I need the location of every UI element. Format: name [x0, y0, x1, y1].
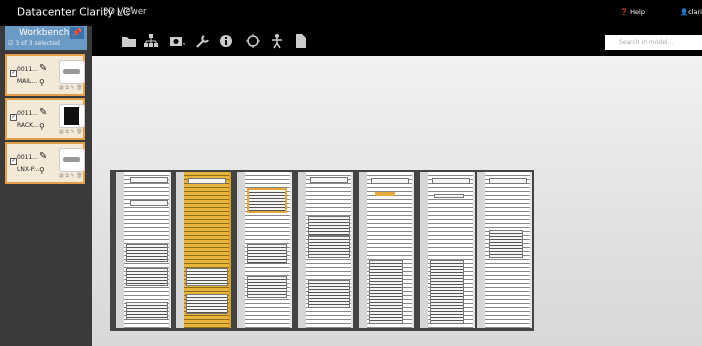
- rack-device[interactable]: [186, 294, 228, 314]
- camera-icon[interactable]: [168, 32, 186, 50]
- search-input[interactable]: [605, 35, 702, 50]
- rack-rail: [477, 172, 485, 328]
- server-thumb: [59, 60, 85, 84]
- tree-icon[interactable]: ⚲: [39, 122, 45, 131]
- help-button[interactable]: ❓ Help: [620, 8, 645, 16]
- rack-device[interactable]: [371, 178, 409, 184]
- rack-device[interactable]: [126, 268, 168, 286]
- server-thumb: [59, 148, 85, 172]
- card-name: RACK...: [17, 122, 39, 129]
- card-checkbox[interactable]: ✓: [10, 158, 17, 165]
- rack[interactable]: [116, 172, 171, 328]
- card-checkbox[interactable]: ✓: [10, 70, 17, 77]
- rack-device[interactable]: [308, 216, 350, 236]
- rack-device[interactable]: [186, 268, 228, 286]
- rack[interactable]: [298, 172, 353, 328]
- help-icon: ❓: [620, 8, 629, 16]
- card-id: 0011...: [17, 66, 38, 73]
- select-all-checkbox[interactable]: ☑: [8, 40, 13, 47]
- document-icon[interactable]: [292, 32, 310, 50]
- rack[interactable]: [359, 172, 414, 328]
- tree-icon[interactable]: ⚲: [39, 166, 45, 175]
- rack-rail: [237, 172, 245, 328]
- hierarchy-icon[interactable]: [142, 32, 160, 50]
- edit-icon[interactable]: ✎: [39, 151, 47, 162]
- user-menu[interactable]: 👤clarity: [680, 8, 702, 16]
- rack-device-highlighted[interactable]: [247, 188, 287, 213]
- person-icon[interactable]: [268, 32, 286, 50]
- rack-device-highlighted[interactable]: [375, 192, 395, 196]
- rack-device[interactable]: [247, 276, 287, 298]
- selection-text: 3 of 3 selected: [15, 40, 60, 47]
- workbench-card[interactable]: ✓ 0011... RACK... ✎ ⚲ ▦ ⧉ ✎ 🗑: [5, 98, 85, 140]
- rack-device[interactable]: [126, 302, 168, 320]
- workbench-card[interactable]: ✓ 0011... LNX-P... ✎ ⚲ ▦ ⧉ ✎ 🗑: [5, 142, 85, 184]
- card-actions: ▦ ⧉ ✎ 🗑: [59, 173, 83, 179]
- rack-device[interactable]: [126, 244, 168, 262]
- rack-device[interactable]: [369, 260, 403, 324]
- rack-rail: [420, 172, 428, 328]
- rack-device[interactable]: [489, 230, 523, 258]
- help-label: Help: [630, 8, 645, 16]
- rack-device[interactable]: [308, 280, 350, 308]
- pin-icon[interactable]: 📌: [70, 27, 84, 39]
- wrench-icon[interactable]: [194, 32, 212, 50]
- info-icon[interactable]: [218, 32, 236, 50]
- rack[interactable]: [237, 172, 292, 328]
- rack-device[interactable]: [247, 244, 287, 264]
- rack-device[interactable]: [432, 178, 470, 184]
- rack-row[interactable]: [110, 170, 534, 331]
- user-icon: 👤: [680, 8, 689, 16]
- edit-icon[interactable]: ✎: [39, 63, 47, 74]
- rack-rail: [298, 172, 306, 328]
- workbench-header: Workbench 📌 ☑ 3 of 3 selected: [5, 26, 87, 50]
- rack-rail: [116, 172, 124, 328]
- rack-device[interactable]: [130, 200, 168, 206]
- card-name: MAIL...: [17, 78, 38, 85]
- user-label: clarity: [688, 8, 702, 16]
- selection-count: ☑ 3 of 3 selected: [8, 40, 60, 47]
- rack-device[interactable]: [308, 236, 350, 258]
- edit-icon[interactable]: ✎: [39, 107, 47, 118]
- workbench-card[interactable]: ✓ 0011... MAIL... ✎ ⚲ ▦ ⧉ ✎ 🗑: [5, 54, 85, 96]
- workbench-title: Workbench: [19, 28, 70, 38]
- card-actions: ▦ ⧉ ✎ 🗑: [59, 85, 83, 91]
- rack-device[interactable]: [188, 178, 226, 184]
- rack-rail: [176, 172, 184, 328]
- workbench-sidebar: Workbench 📌 ☑ 3 of 3 selected ✓ 0011... …: [0, 26, 92, 346]
- card-id: 0011...: [17, 154, 38, 161]
- rack[interactable]: [477, 172, 532, 328]
- target-icon[interactable]: [244, 32, 262, 50]
- rack-device[interactable]: [434, 194, 464, 198]
- rack-selected[interactable]: [176, 172, 231, 328]
- viewer-title: 3D Viewer: [103, 7, 147, 17]
- rack-device[interactable]: [430, 260, 464, 324]
- card-id: 0011...: [17, 110, 38, 117]
- rack-thumb: [59, 104, 85, 128]
- rack-device[interactable]: [130, 177, 168, 183]
- rack-rail: [359, 172, 367, 328]
- top-bar: Datacenter Clarity LC* 3D Viewer ❓ Help …: [0, 0, 702, 26]
- rack-device[interactable]: [310, 177, 348, 183]
- rack[interactable]: [420, 172, 475, 328]
- card-actions: ▦ ⧉ ✎ 🗑: [59, 129, 83, 135]
- card-name: LNX-P...: [17, 166, 40, 173]
- card-checkbox[interactable]: ✓: [10, 114, 17, 121]
- folder-icon[interactable]: [120, 32, 138, 50]
- tree-icon[interactable]: ⚲: [39, 78, 45, 87]
- rack-device[interactable]: [489, 178, 527, 184]
